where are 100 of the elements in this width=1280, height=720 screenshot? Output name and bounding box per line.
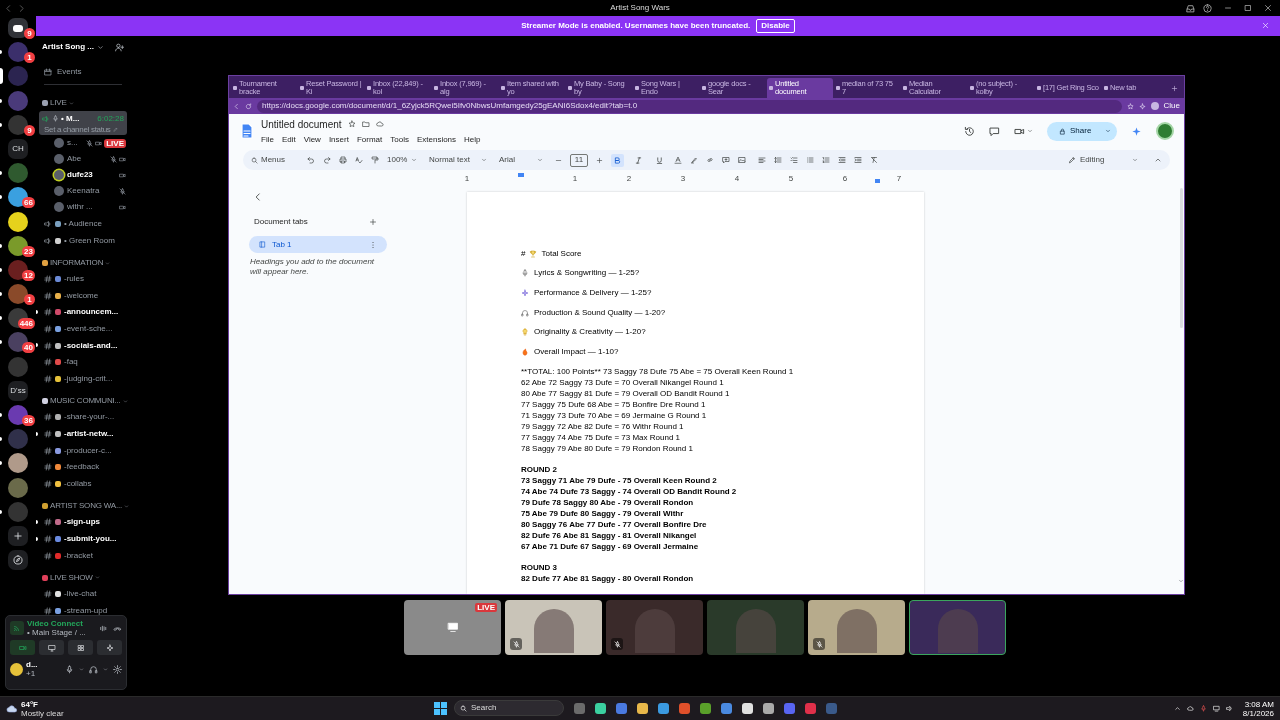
menu-search[interactable]: Menus — [251, 154, 299, 166]
unread-count-badge: 1 — [24, 52, 35, 64]
category-header[interactable]: MUSIC COMMUNI... — [50, 395, 121, 408]
server-name[interactable]: Artist Song ... — [42, 41, 94, 53]
document-line: 71 Saggy 73 Dufe 70 Abe = 69 Jermaine G Round 1 — [521, 409, 707, 421]
unread-count-badge: 23 — [22, 245, 35, 257]
document-line: ROUND 2 — [521, 463, 557, 475]
temperature: 64°F — [21, 699, 39, 709]
ruler-number: 5 — [788, 173, 794, 183]
clock-time[interactable]: 3:08 AM — [1244, 699, 1274, 709]
channel-name[interactable]: -welcome — [64, 289, 99, 302]
weather-condition: Mostly clear — [21, 708, 64, 718]
channel-name[interactable]: -collabs — [64, 477, 92, 490]
events-link[interactable]: Events — [57, 66, 82, 78]
channel-name[interactable]: -event-sche... — [64, 323, 113, 336]
unread-count-badge: 40 — [22, 342, 35, 354]
document-line: 82 Dufe 76 Abe 81 Saggy - 81 Overall Nikangel — [521, 529, 697, 541]
channel-name[interactable]: -live-chat — [64, 588, 97, 601]
channel-name[interactable]: -socials-and... — [64, 339, 118, 352]
unread-count-badge: 1 — [24, 294, 35, 306]
channel-name[interactable]: -announcem... — [64, 306, 119, 319]
ruler-number: 3 — [680, 173, 686, 183]
ruler-number: 1 — [572, 173, 578, 183]
channel-name[interactable]: • Audience — [64, 217, 102, 230]
outline-hint: Headings you add to the document will appear here. — [249, 257, 376, 277]
menu-item[interactable]: Help — [464, 133, 481, 146]
editing-mode-dropdown[interactable]: Editing — [1068, 154, 1138, 166]
unread-count-badge: 446 — [17, 318, 35, 330]
address-bar[interactable]: https://docs.google.com/document/d/1_6Zyjck5RQwei5Ifv0NbwsUmfamgedy25gEANI6Sdox4/edit?tab=t.0 — [257, 99, 1122, 113]
menu-item[interactable]: View — [303, 133, 321, 146]
document-tab[interactable]: Tab 1 — [249, 236, 387, 253]
channel-name[interactable]: • Green Room — [64, 234, 115, 247]
member-name[interactable]: s... — [67, 137, 78, 149]
channel-name[interactable]: -judging-crit... — [64, 372, 113, 385]
document-line: 75 Abe 79 Dufe 80 Saggy - 79 Overall Withr — [521, 507, 684, 519]
taskbar-search-field[interactable]: Search — [454, 700, 564, 716]
channel-name[interactable]: -feedback — [64, 461, 100, 474]
channel-name[interactable]: -share-your-... — [64, 411, 115, 424]
menu-item[interactable]: Format — [356, 133, 383, 146]
video-tile[interactable]: LIVE — [404, 600, 501, 655]
criterion-text: Originality & Creativity — 1-20? — [534, 326, 646, 339]
live-badge: LIVE — [104, 138, 126, 148]
document-line: 73 Saggy 71 Abe 79 Dufe - 75 Overall Keen Round 2 — [521, 474, 717, 486]
channel-name[interactable]: -rules — [64, 273, 84, 286]
document-line: 79 Dufe 78 Saggy 80 Abe - 79 Overall Rondon — [521, 496, 694, 508]
zoom-dropdown[interactable]: 100% — [387, 154, 417, 166]
member-name[interactable]: Abe — [67, 153, 82, 165]
menu-item[interactable]: Extensions — [416, 133, 457, 146]
document-line: 67 Abe 71 Dufe 67 Saggy - 69 Overall Jermaine — [521, 540, 699, 552]
channel-name[interactable]: -submit-you... — [64, 533, 117, 545]
document-line: 80 Saggy 76 Abe 77 Dufe - 77 Overall Bonfire Dre — [521, 518, 707, 530]
document-line: **TOTAL: 100 Points** 73 Saggy 78 Dufe 75 Abe = 75 Overall Keen Round 1 — [521, 365, 794, 377]
channel-name[interactable]: -bracket — [64, 549, 93, 562]
channel-name[interactable]: -sign-ups — [64, 516, 100, 529]
channel-name[interactable]: -artist-netw... — [64, 428, 114, 441]
channel-name[interactable]: -faq — [64, 356, 78, 369]
menu-item[interactable]: Tools — [390, 133, 409, 146]
voice-channel-link[interactable]: • Main Stage / ... — [27, 628, 86, 637]
unread-count-badge: 12 — [22, 269, 35, 281]
ruler-number: 2 — [626, 173, 632, 183]
share-button[interactable]: Share — [1047, 121, 1117, 141]
document-line: 82 Dufe 77 Abe 81 Saggy - 80 Overall Rondon — [521, 572, 694, 584]
member-name[interactable]: dufe23 — [67, 169, 93, 181]
category-header[interactable]: LIVE SHOW — [50, 571, 93, 584]
style-dropdown[interactable]: Normal text — [429, 154, 487, 166]
criterion-text: Overall Impact — 1-10? — [534, 345, 619, 358]
document-line: 80 Abe 77 Saggy 81 Dufe = 79 Overall OD Bandit Round 1 — [521, 387, 730, 399]
font-size-field[interactable]: 11 — [570, 153, 588, 167]
server-icon[interactable]: D'ss — [8, 380, 28, 401]
font-dropdown[interactable]: Arial — [499, 154, 543, 166]
category-header[interactable]: INFORMATION — [50, 257, 104, 269]
channel-status[interactable]: Set a channel status — [44, 124, 111, 134]
menu-item[interactable]: Insert — [328, 133, 349, 146]
category-header[interactable]: ARTIST SONG WA... — [50, 500, 123, 513]
document-line: 78 Saggy 79 Abe 80 Dufe = 79 Rondon Round 1 — [521, 442, 693, 454]
disable-button[interactable]: Disable — [756, 19, 795, 33]
document-title[interactable]: Untitled document — [261, 116, 342, 132]
clock-date[interactable]: 8/1/2026 — [1242, 708, 1274, 718]
call-timer: 6:02:28 — [97, 112, 124, 125]
unread-count-badge: 66 — [22, 197, 35, 209]
document-line: 79 Saggy 72 Abe 82 Dufe = 76 Withr Round 1 — [521, 420, 684, 432]
server-icon[interactable]: CH — [8, 138, 28, 159]
window-title: Artist Song Wars — [610, 2, 670, 14]
live-badge: LIVE — [475, 603, 497, 612]
criterion-text: Performance & Delivery — 1-25? — [534, 286, 652, 299]
document-line: ROUND 3 — [521, 561, 557, 573]
channel-name: • M... — [61, 112, 80, 125]
profile-name[interactable]: Clue — [1163, 100, 1180, 112]
member-name[interactable]: withr ... — [67, 201, 93, 213]
menu-item[interactable]: Edit — [281, 133, 296, 146]
ruler-number: 1 — [464, 173, 470, 183]
document-line: 77 Saggy 74 Abe 75 Dufe = 73 Max Round 1 — [521, 431, 680, 443]
member-name[interactable]: Keenatra — [67, 185, 100, 197]
ruler-number: 6 — [842, 173, 848, 183]
channel-name[interactable]: -stream-upd — [64, 604, 108, 617]
channel-name[interactable]: -producer-c... — [64, 444, 112, 457]
user-status: +1 — [26, 669, 37, 678]
category-header[interactable]: LIVE — [50, 97, 67, 109]
heading-text: Total Score — [541, 247, 582, 260]
menu-item[interactable]: File — [261, 133, 274, 146]
